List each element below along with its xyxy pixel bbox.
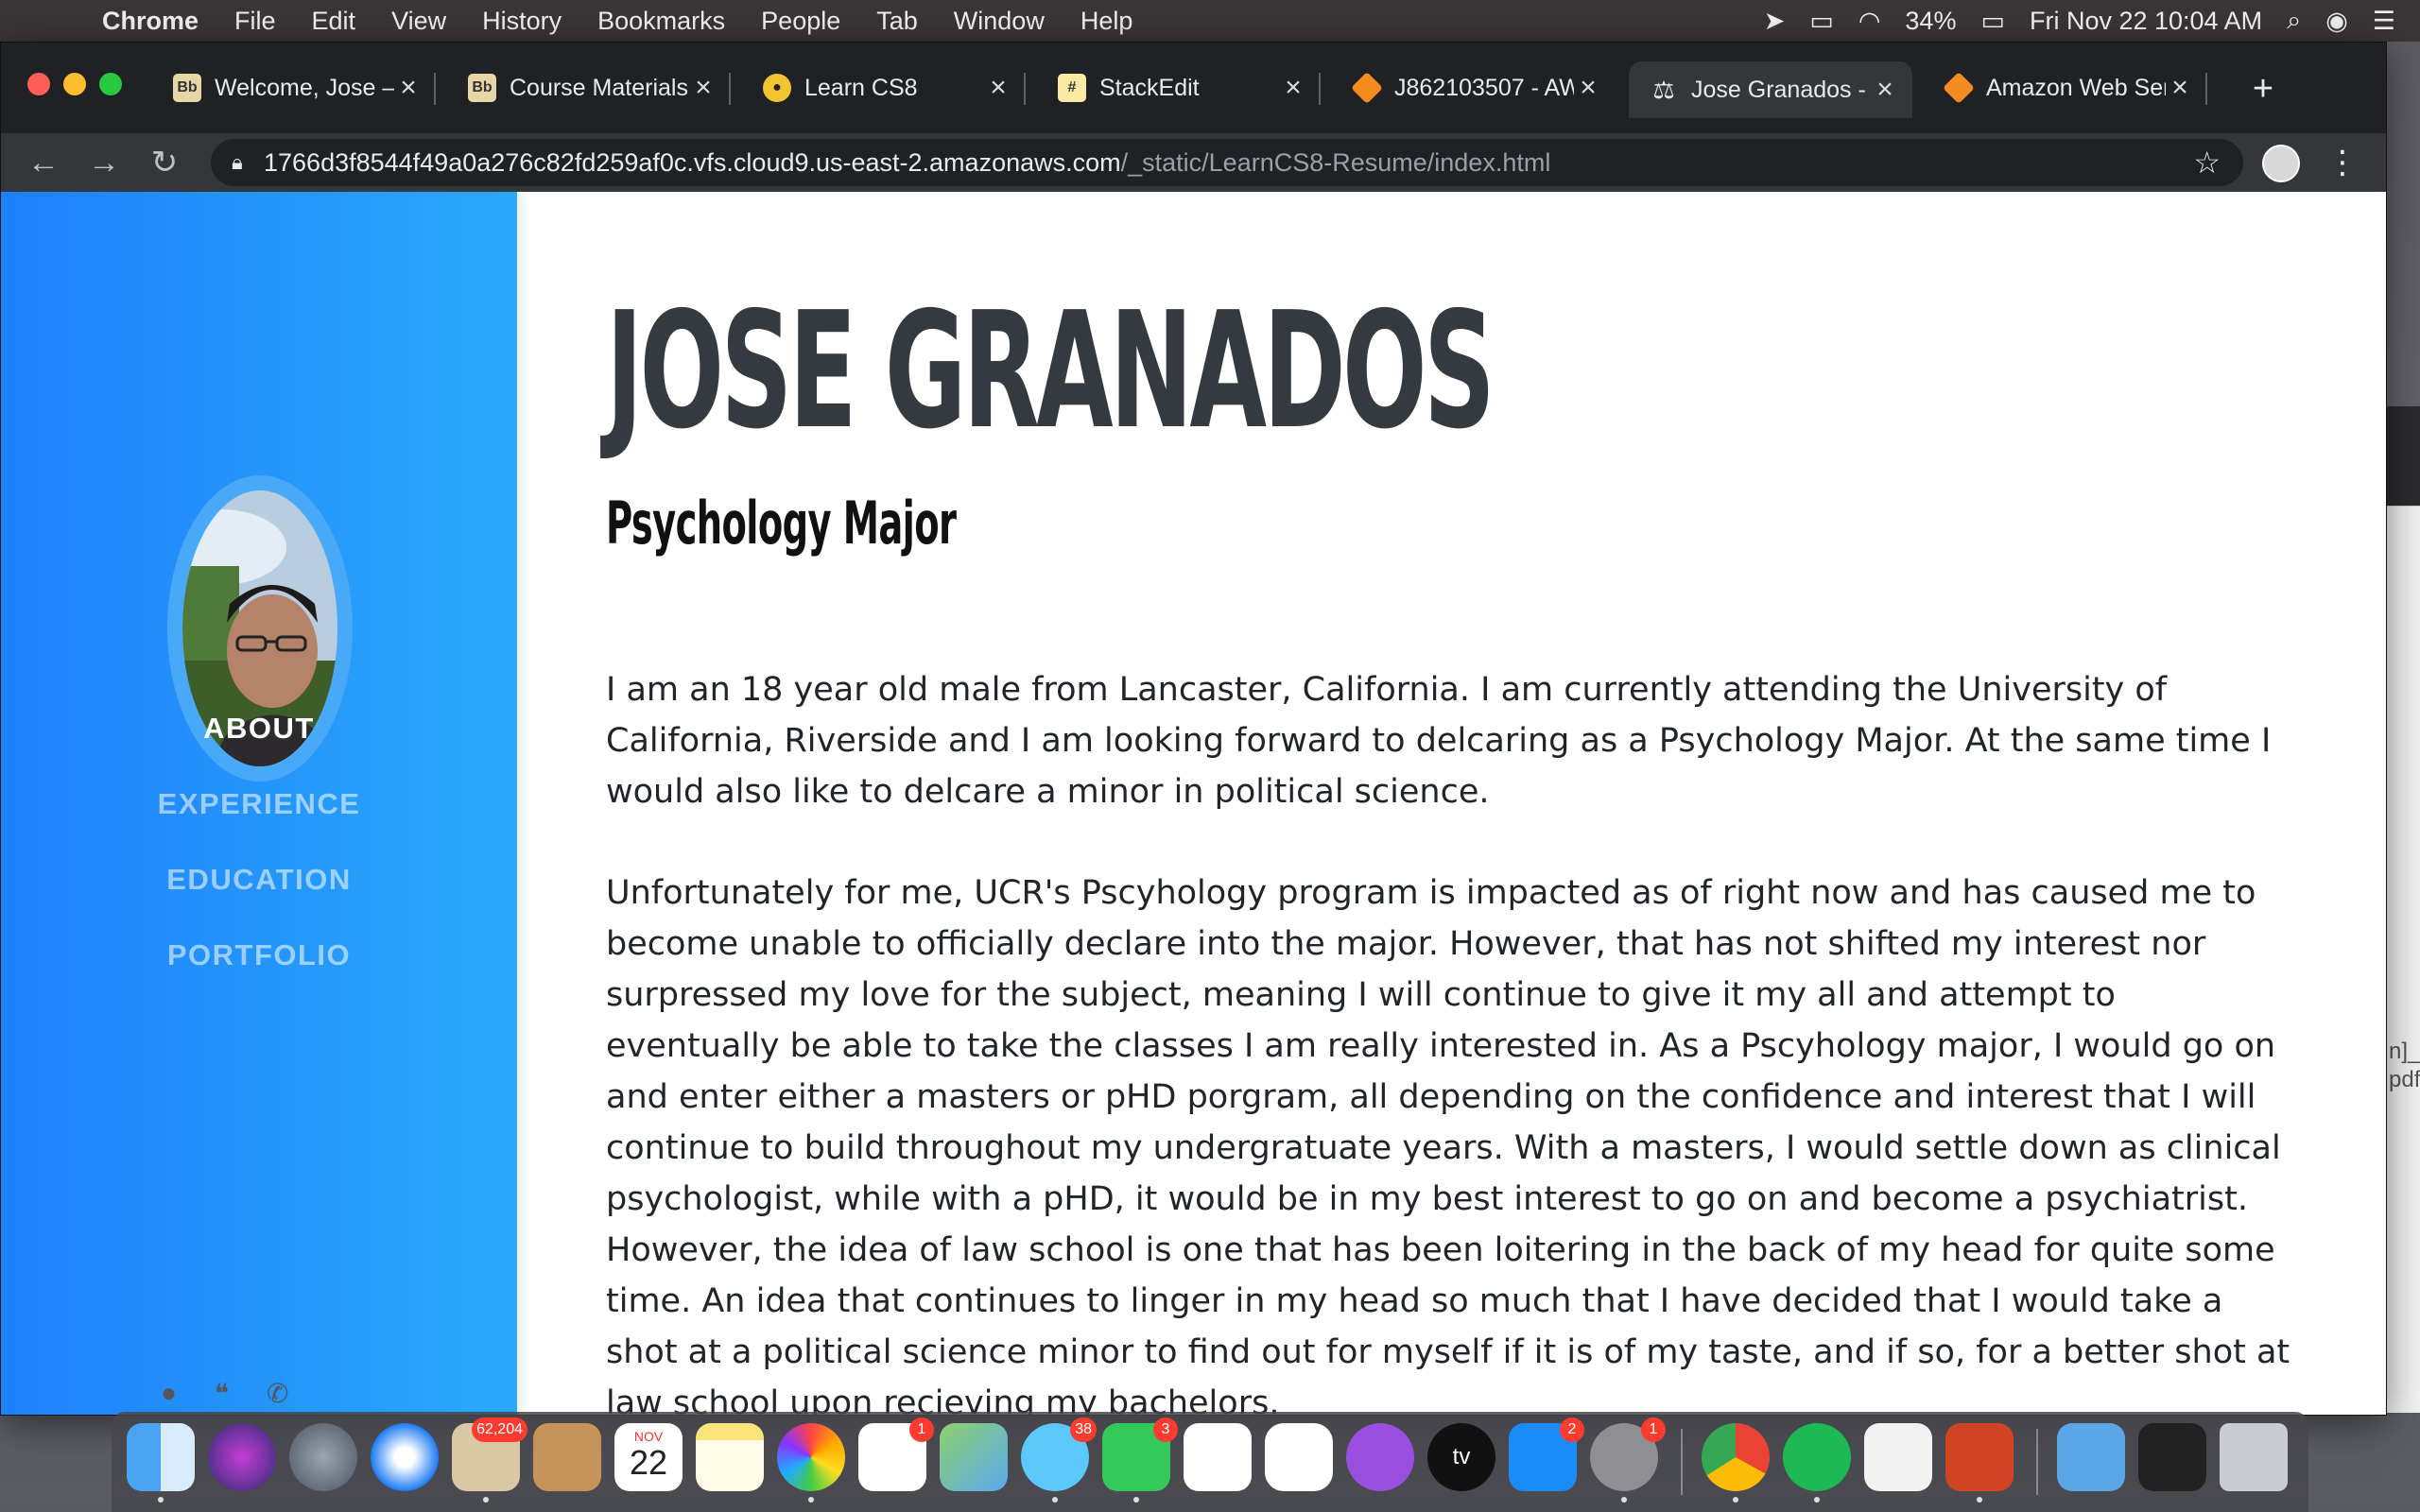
app-store-icon[interactable]: 2 [1509, 1418, 1584, 1491]
zoom-window-button[interactable] [99, 73, 122, 95]
bookmark-star-icon[interactable]: ☆ [2193, 145, 2221, 180]
blackboard-icon: Bb [468, 74, 496, 102]
battery-icon[interactable]: ▭ [1980, 7, 2005, 36]
menubar: Chrome File Edit View History Bookmarks … [0, 0, 2420, 42]
blackboard-icon: Bb [173, 74, 201, 102]
location-icon[interactable]: ➤ [1764, 7, 1786, 36]
reminders-icon[interactable]: 1 [858, 1418, 934, 1491]
tab-amazon-web-services[interactable]: Amazon Web Ser × [1924, 61, 2207, 114]
menu-tab[interactable]: Tab [876, 7, 918, 36]
chrome-menu-icon[interactable]: ⋮ [2326, 143, 2359, 182]
aws-cube-icon [1351, 72, 1383, 104]
tab-strip: Bb Welcome, Jose – × Bb Course Materials… [1, 43, 2386, 133]
scale-icon: ⚖ [1652, 75, 1675, 104]
spotify-icon[interactable] [1783, 1423, 1851, 1491]
battery-percent[interactable]: 34% [1905, 7, 1956, 36]
close-tab-icon[interactable]: × [1574, 72, 1602, 104]
chrome-window: Bb Welcome, Jose – × Bb Course Materials… [0, 42, 2387, 1416]
chrome-icon[interactable] [1702, 1423, 1770, 1491]
tab-jose-granados[interactable]: ⚖ Jose Granados - × [1629, 61, 1912, 118]
podcasts-icon[interactable] [1346, 1423, 1414, 1491]
launchpad-icon[interactable] [289, 1423, 357, 1491]
reload-button[interactable]: ↻ [145, 143, 184, 182]
finder-icon[interactable] [127, 1423, 195, 1491]
menu-view[interactable]: View [391, 7, 446, 36]
downloads-folder-icon[interactable] [2057, 1423, 2125, 1491]
menu-app-name[interactable]: Chrome [102, 7, 199, 36]
news-icon[interactable] [1184, 1423, 1252, 1491]
clock[interactable]: Fri Nov 22 10:04 AM [2030, 7, 2262, 36]
calendar-icon[interactable]: NOV 22 [614, 1423, 683, 1491]
new-tab-button[interactable]: + [2243, 69, 2283, 109]
address-bar[interactable]: 🔒︎ 1766d3f8544f49a0a276c82fd259af0c.vfs.… [211, 139, 2243, 186]
status-area: ➤ ▭ ◠ 34% ▭ Fri Nov 22 10:04 AM ⌕ ◉ ☰ [1764, 0, 2420, 42]
music-icon[interactable] [1265, 1423, 1333, 1491]
toolbar: ← → ↻ 🔒︎ 1766d3f8544f49a0a276c82fd259af0… [1, 133, 2386, 192]
apple-tv-icon[interactable]: tv [1427, 1423, 1495, 1491]
menu-help[interactable]: Help [1080, 7, 1133, 36]
trash-icon[interactable] [2220, 1423, 2288, 1491]
page-title: JOSE GRANADOS [606, 278, 1495, 465]
notification-center-icon[interactable]: ☰ [2373, 7, 2395, 36]
menu-file[interactable]: File [234, 7, 276, 36]
forward-button[interactable]: → [84, 143, 124, 182]
facetime-icon[interactable]: 3 [1102, 1418, 1178, 1491]
back-button[interactable]: ← [24, 143, 63, 182]
stackedit-icon: # [1058, 74, 1086, 102]
contacts-icon[interactable] [533, 1423, 601, 1491]
spotlight-icon[interactable]: ⌕ [2287, 6, 2301, 36]
nav-experience[interactable]: EXPERIENCE [1, 787, 517, 821]
close-tab-icon[interactable]: × [2166, 72, 2194, 104]
menu-window[interactable]: Window [954, 7, 1045, 36]
siri-icon[interactable]: ◉ [2325, 7, 2348, 36]
profile-avatar[interactable] [2262, 145, 2300, 182]
menu-history[interactable]: History [482, 7, 562, 36]
close-tab-icon[interactable]: × [1279, 72, 1307, 104]
maps-icon[interactable] [940, 1423, 1008, 1491]
system-preferences-icon[interactable]: 1 [1590, 1418, 1666, 1491]
page-subtitle: Psychology Major [606, 489, 957, 558]
recent-window-thumbnail[interactable] [2138, 1423, 2206, 1491]
web-page: ABOUT EXPERIENCE EDUCATION PORTFOLIO JOS… [1, 192, 2386, 1415]
close-tab-icon[interactable]: × [394, 72, 423, 104]
tab-welcome[interactable]: Bb Welcome, Jose – × [152, 61, 436, 114]
airplay-icon[interactable]: ▭ [1809, 7, 1834, 36]
tab-stackedit[interactable]: # StackEdit × [1037, 61, 1321, 114]
menu-people[interactable]: People [761, 7, 840, 36]
menu-bookmarks[interactable]: Bookmarks [597, 7, 725, 36]
safari-icon[interactable] [371, 1423, 439, 1491]
about-paragraph-2: Unfortunately for me, UCR's Pscyhology p… [606, 874, 2290, 1415]
nav-education[interactable]: EDUCATION [1, 863, 517, 897]
photos-icon[interactable] [777, 1423, 845, 1491]
tab-learn-cs8[interactable]: ● Learn CS8 × [742, 61, 1026, 114]
wifi-icon[interactable]: ◠ [1858, 7, 1881, 36]
cat-icon: ● [763, 74, 791, 102]
aws-cube-icon [1943, 72, 1975, 104]
menu-edit[interactable]: Edit [312, 7, 356, 36]
minimize-window-button[interactable] [63, 73, 86, 95]
dock: 62,204 NOV 22 1 38 3 tv 2 1 [112, 1412, 2308, 1512]
notes-icon[interactable] [696, 1423, 764, 1491]
nav-portfolio[interactable]: PORTFOLIO [1, 938, 517, 972]
background-window-text: n]_ pdf [2389, 1039, 2420, 1092]
tab-course-materials[interactable]: Bb Course Materials × [447, 61, 731, 114]
close-tab-icon[interactable]: × [689, 72, 717, 104]
textedit-icon[interactable] [1864, 1423, 1932, 1491]
about-paragraph-1: I am an 18 year old male from Lancaster,… [606, 671, 2272, 811]
close-tab-icon[interactable]: × [1871, 74, 1899, 106]
siri-icon[interactable] [208, 1423, 276, 1491]
resume-sidebar: ABOUT EXPERIENCE EDUCATION PORTFOLIO [1, 192, 517, 1415]
close-window-button[interactable] [27, 73, 50, 95]
lock-icon[interactable]: 🔒︎ [232, 150, 251, 175]
quote-icon: ❝ [214, 1378, 229, 1408]
powerpoint-icon[interactable] [1945, 1423, 2014, 1491]
phone-icon: ✆ [267, 1378, 289, 1408]
tab-aws-console[interactable]: J862103507 - AW × [1332, 61, 1616, 114]
mail-icon[interactable]: 62,204 [452, 1418, 527, 1491]
close-tab-icon[interactable]: × [984, 72, 1012, 104]
nav-about[interactable]: ABOUT [1, 712, 517, 746]
messages-icon[interactable]: 38 [1021, 1418, 1097, 1491]
background-app-strip: ● ❝ ✆ [132, 1372, 378, 1414]
person-icon: ● [161, 1378, 177, 1407]
